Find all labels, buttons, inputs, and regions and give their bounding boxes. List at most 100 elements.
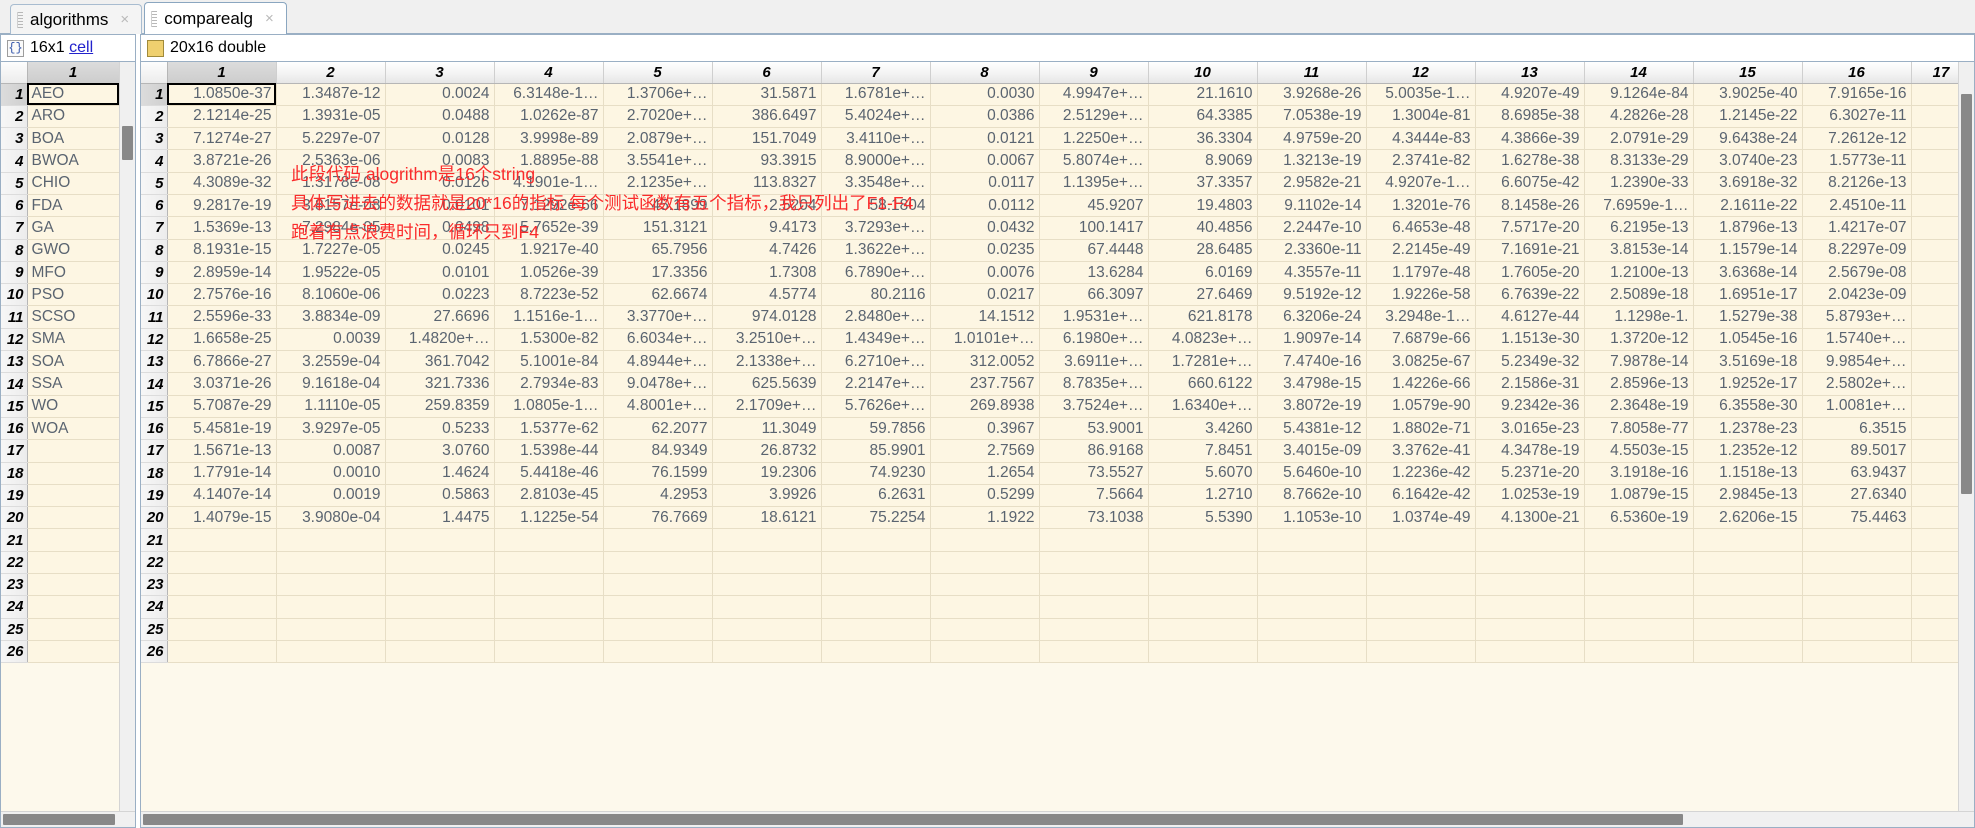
- grid-cell[interactable]: 7.5664: [1039, 484, 1149, 508]
- grid-cell[interactable]: [276, 640, 386, 664]
- table-row[interactable]: 13 6.7866e-27 3.2559e-04 361.7042 5.1001e-84…: [141, 350, 1972, 374]
- row-header[interactable]: 5: [141, 172, 168, 195]
- grid-cell[interactable]: [1584, 573, 1694, 597]
- grid-cell[interactable]: 3.1918e-16: [1584, 462, 1694, 485]
- grid-cell[interactable]: 1.1225e-54: [494, 506, 604, 530]
- grid-cell[interactable]: 6.3558e-30: [1693, 395, 1803, 418]
- grid-cell[interactable]: 4.3557e-11: [1257, 261, 1367, 285]
- grid-right[interactable]: 1 2 3 4 5 6 7 8 9 10 11 12 13 14 15 16 17 1 1.0850e-37 1.34…: [141, 61, 1974, 811]
- grid-cell[interactable]: 1.1516e-1…: [494, 305, 604, 329]
- table-row[interactable]: 14 3.0371e-26 9.1618e-04 321.7336 2.7934e-83…: [141, 372, 1972, 396]
- grid-cell[interactable]: 66.3097: [1039, 283, 1149, 307]
- grid-cell[interactable]: 3.9926: [712, 484, 822, 508]
- grid-cell[interactable]: 7.0538e-19: [1257, 105, 1367, 129]
- grid-cell[interactable]: 1.0545e-16: [1693, 328, 1803, 352]
- grid-cell[interactable]: 5.4024e+…: [821, 105, 931, 129]
- grid-cell[interactable]: 2.3360e-11: [1257, 239, 1367, 262]
- grid-cell[interactable]: 1.4475: [385, 506, 495, 530]
- grid-cell[interactable]: [276, 595, 386, 619]
- row-header[interactable]: 23: [1, 573, 28, 597]
- grid-cell[interactable]: 6.1980e+…: [1039, 328, 1149, 352]
- grid-cell[interactable]: 73.1038: [1039, 506, 1149, 530]
- grid-cell[interactable]: 3.0760: [385, 439, 495, 463]
- grid-cell[interactable]: [1039, 618, 1149, 641]
- grid-cell[interactable]: 7.4740e-16: [1257, 350, 1367, 374]
- grid-cell[interactable]: [385, 528, 495, 552]
- row-header[interactable]: 25: [141, 618, 168, 641]
- grid-cell[interactable]: [712, 595, 822, 619]
- grid-cell[interactable]: 7.2612e-12: [1802, 127, 1912, 151]
- grid-cell[interactable]: 1.6951e-17: [1693, 283, 1803, 307]
- grid-cell[interactable]: 1.4079e-15: [167, 506, 277, 530]
- grid-cell[interactable]: 3.0165e-23: [1475, 417, 1585, 441]
- column-header-4[interactable]: 4: [494, 62, 604, 84]
- table-row[interactable]: 23: [1, 573, 120, 597]
- grid-cell[interactable]: 1.0850e-37: [167, 83, 277, 106]
- grid-cell[interactable]: [821, 551, 931, 575]
- grid-cell[interactable]: 4.0823e+…: [1148, 328, 1258, 352]
- grid-cell[interactable]: 1.8895e-88: [494, 149, 604, 173]
- grid-cell[interactable]: 9.2817e-19: [167, 194, 277, 218]
- grid-cell[interactable]: 2.6206e-15: [1693, 506, 1803, 530]
- grid-cell[interactable]: 62.2077: [603, 417, 713, 441]
- column-header-6[interactable]: 6: [712, 62, 822, 84]
- row-header[interactable]: 21: [1, 528, 28, 552]
- grid-cell[interactable]: 7.1274e-27: [167, 127, 277, 151]
- grid-cell[interactable]: [1039, 595, 1149, 619]
- grid-cell[interactable]: 9.4173: [712, 216, 822, 240]
- grid-cell[interactable]: 2.9845e-13: [1693, 484, 1803, 508]
- grid-cell[interactable]: [167, 528, 277, 552]
- grid-cell[interactable]: 5.7626e+…: [821, 395, 931, 418]
- grid-cell[interactable]: [27, 640, 120, 664]
- grid-cell[interactable]: 2.5679e-08: [1802, 261, 1912, 285]
- grid-cell[interactable]: 2.7020e+…: [603, 105, 713, 129]
- grid-cell[interactable]: 8.1458e-26: [1475, 194, 1585, 218]
- row-header[interactable]: 24: [141, 595, 168, 619]
- grid-cell[interactable]: 2.1586e-31: [1475, 372, 1585, 396]
- grid-cell[interactable]: 3.0825e-67: [1366, 350, 1476, 374]
- row-header[interactable]: 9: [1, 261, 28, 285]
- table-row[interactable]: 11 SCSO: [1, 305, 120, 329]
- grid-cell[interactable]: 5.6070: [1148, 462, 1258, 485]
- grid-cell[interactable]: 1.7605e-20: [1475, 261, 1585, 285]
- grid-cell[interactable]: [1257, 618, 1367, 641]
- grid-cell[interactable]: BWOA: [27, 149, 120, 173]
- column-header-15[interactable]: 15: [1693, 62, 1803, 84]
- grid-cell[interactable]: 31.5871: [712, 83, 822, 106]
- grid-cell[interactable]: 6.3515: [1802, 417, 1912, 441]
- grid-cell[interactable]: 3.3762e-41: [1366, 439, 1476, 463]
- grid-cell[interactable]: 2.7934e-83: [494, 372, 604, 396]
- grid-cell[interactable]: 8.2126e-13: [1802, 172, 1912, 195]
- grid-cell[interactable]: [1366, 618, 1476, 641]
- horizontal-scrollbar-right[interactable]: [141, 811, 1974, 827]
- grid-cell[interactable]: 7.8451: [1148, 439, 1258, 463]
- grid-cell[interactable]: 0.5863: [385, 484, 495, 508]
- horizontal-scrollbar-left[interactable]: [1, 811, 135, 827]
- table-row[interactable]: 23: [141, 573, 1972, 597]
- grid-cell[interactable]: [603, 618, 713, 641]
- grid-cell[interactable]: 5.2371e-20: [1475, 462, 1585, 485]
- grid-cell[interactable]: [821, 618, 931, 641]
- row-header[interactable]: 6: [1, 194, 28, 218]
- grid-cell[interactable]: [385, 595, 495, 619]
- grid-cell[interactable]: 7.6959e-1…: [1584, 194, 1694, 218]
- table-row[interactable]: 2 ARO: [1, 105, 120, 129]
- grid-cell[interactable]: 5.7652e-39: [494, 216, 604, 240]
- table-row[interactable]: 26: [141, 640, 1972, 664]
- grid-cell[interactable]: [603, 573, 713, 597]
- grid-cell[interactable]: 4.9207e-1…: [1366, 172, 1476, 195]
- grid-cell[interactable]: 3.0740e-23: [1693, 149, 1803, 173]
- table-row[interactable]: 2 2.1214e-25 1.3931e-05 0.0488 1.0262e-87 2.7…: [141, 105, 1972, 129]
- grid-cell[interactable]: 59.7856: [821, 417, 931, 441]
- grid-cell[interactable]: 0.0083: [385, 149, 495, 173]
- grid-cell[interactable]: [27, 484, 120, 508]
- table-row[interactable]: 7 GA: [1, 216, 120, 240]
- column-header-10[interactable]: 10: [1148, 62, 1258, 84]
- scroll-thumb[interactable]: [143, 814, 1683, 825]
- grid-cell[interactable]: 1.2100e-13: [1584, 261, 1694, 285]
- table-row[interactable]: 25: [141, 618, 1972, 641]
- grid-cell[interactable]: [1475, 573, 1585, 597]
- grid-cell[interactable]: 4.1300e-21: [1475, 506, 1585, 530]
- grid-cell[interactable]: 100.1417: [1039, 216, 1149, 240]
- grid-cell[interactable]: 5.0035e-1…: [1366, 83, 1476, 106]
